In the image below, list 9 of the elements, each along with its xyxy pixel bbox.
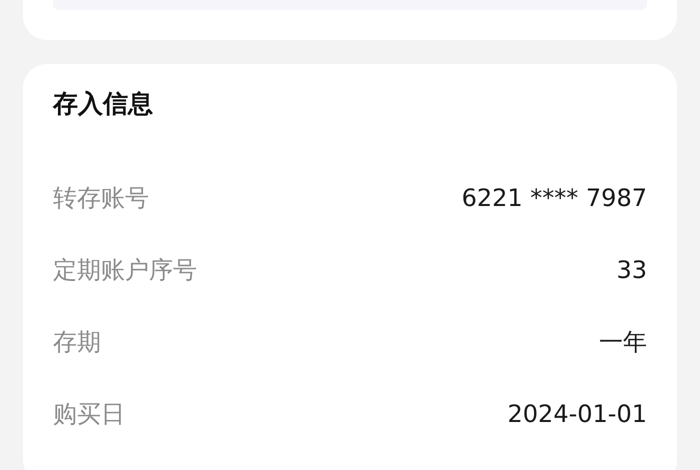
- field-label: 存期: [53, 327, 101, 358]
- field-label: 购买日: [53, 399, 125, 430]
- field-label: 转存账号: [53, 183, 149, 214]
- field-label: 定期账户序号: [53, 255, 197, 286]
- field-value: 33: [616, 255, 647, 286]
- field-value: 6221 **** 7987: [462, 183, 647, 214]
- field-value: 2024-01-01: [508, 399, 647, 430]
- field-value: 一年: [599, 327, 647, 358]
- section-title: 存入信息: [53, 88, 154, 120]
